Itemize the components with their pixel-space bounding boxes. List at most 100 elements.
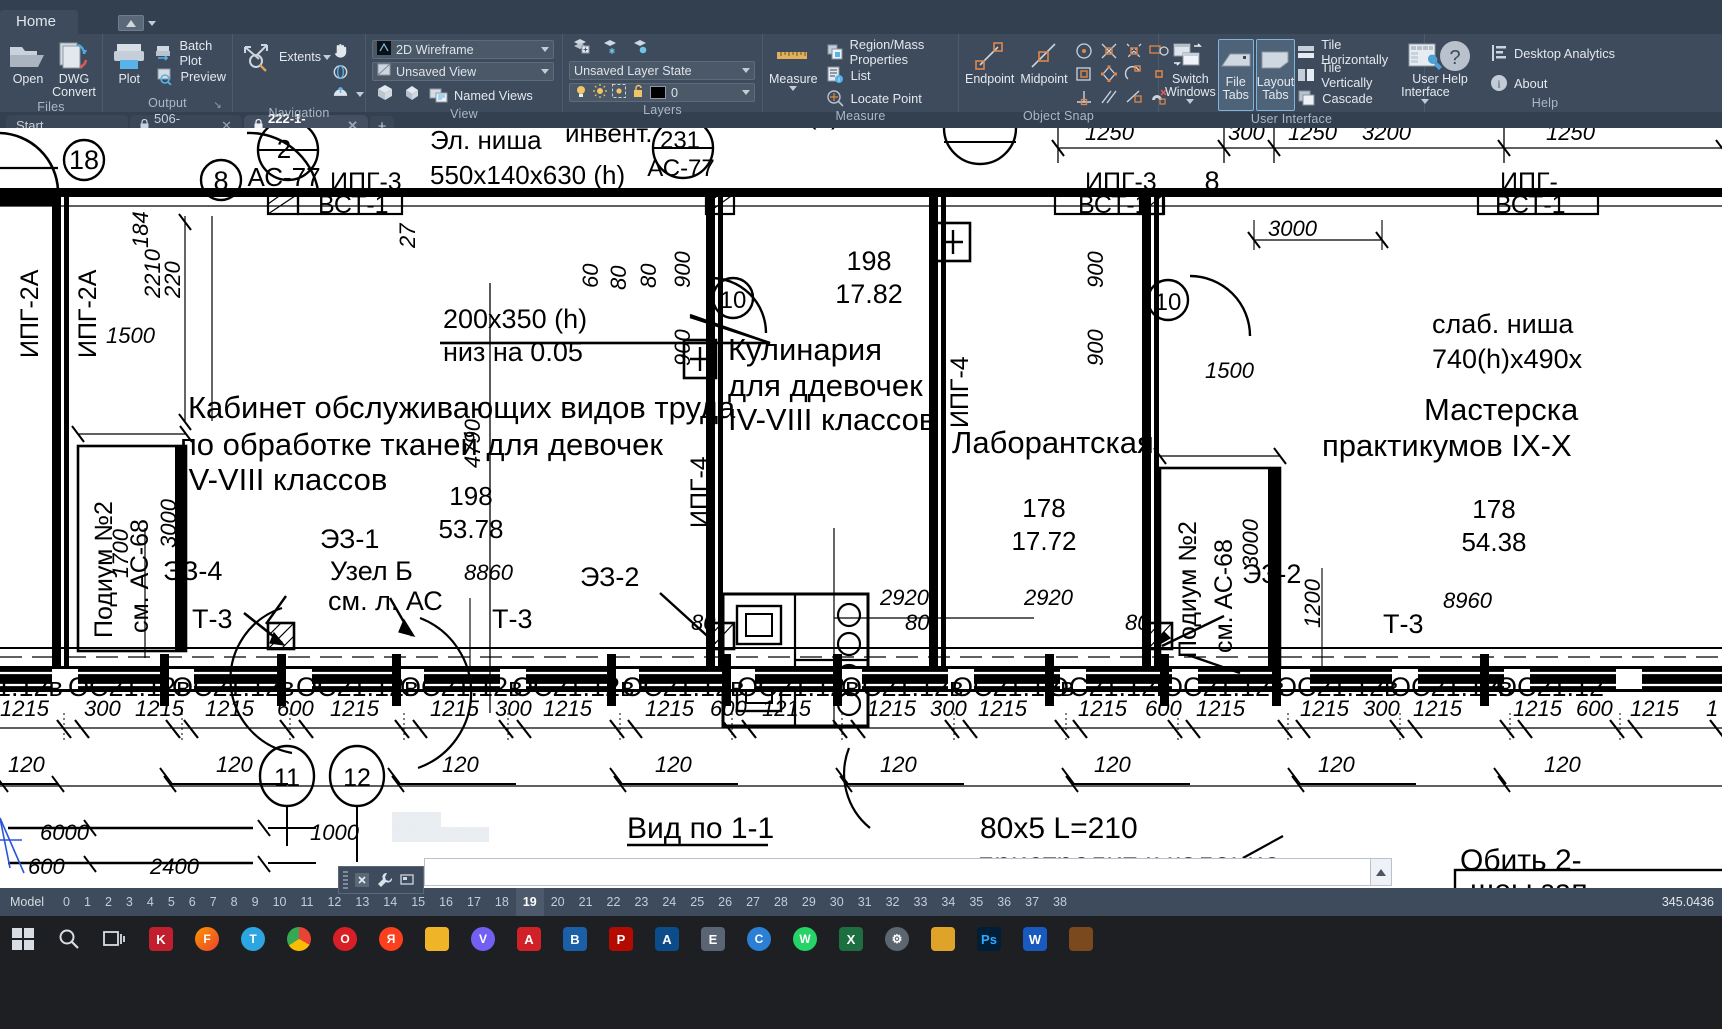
osnap-parallel-icon[interactable]	[1099, 88, 1121, 108]
taskbar-app-word[interactable]: W	[1012, 922, 1058, 956]
taskbar-app-telegram[interactable]: T	[230, 922, 276, 956]
close-icon[interactable]	[352, 871, 371, 890]
layout-tab-27[interactable]: 27	[739, 888, 767, 916]
about-button[interactable]: i About	[1489, 73, 1615, 93]
taskbar-app-excel[interactable]: X	[828, 922, 874, 956]
dwg-convert-button[interactable]: DWG Convert	[52, 39, 96, 99]
chevron-down-icon[interactable]	[1186, 99, 1194, 104]
layout-tab-7[interactable]: 7	[203, 888, 224, 916]
visual-style-combo[interactable]: 2D Wireframe	[372, 40, 554, 59]
osnap-quadrant-icon[interactable]	[1099, 65, 1121, 85]
measure-button[interactable]: Measure	[769, 39, 818, 91]
layout-tab-29[interactable]: 29	[795, 888, 823, 916]
osnap-apparent-intersection-icon[interactable]	[1124, 42, 1146, 62]
file-tabs-toggle[interactable]: File Tabs	[1218, 39, 1254, 111]
wrench-icon[interactable]	[375, 871, 394, 890]
layout-tab-4[interactable]: 4	[140, 888, 161, 916]
taskbar-app-archive[interactable]	[1058, 922, 1104, 956]
named-views-label[interactable]: Named Views	[454, 88, 533, 103]
task-view-icon[interactable]	[92, 922, 138, 956]
osnap-nearest-icon[interactable]	[1124, 88, 1146, 108]
osnap-node-icon[interactable]	[1074, 65, 1096, 85]
drawing-canvas[interactable]: Эл. ниша 550х140х630 (h) инвент. 650х200…	[0, 128, 1722, 888]
preview-button[interactable]: Preview	[155, 66, 226, 86]
osnap-tangent-icon[interactable]	[1124, 65, 1146, 85]
taskbar-app-yandex[interactable]: Я	[368, 922, 414, 956]
taskbar-app-whatsapp[interactable]: W	[782, 922, 828, 956]
tab-home[interactable]: Home	[0, 10, 78, 34]
navigation-wheel-button[interactable]	[331, 83, 364, 105]
layout-tab-9[interactable]: 9	[245, 888, 266, 916]
open-button[interactable]: Open	[6, 39, 50, 86]
layer-off-icon[interactable]	[632, 37, 651, 60]
taskbar-app-chrome[interactable]	[276, 922, 322, 956]
chevron-down-icon[interactable]	[789, 86, 797, 91]
layout-tab-17[interactable]: 17	[460, 888, 488, 916]
panel-dialog-launcher[interactable]: ↘	[213, 100, 222, 111]
layout-tab-26[interactable]: 26	[711, 888, 739, 916]
chevron-down-icon[interactable]	[742, 68, 750, 73]
layer-state-combo[interactable]: Unsaved Layer State	[569, 61, 755, 80]
toolbar-grip[interactable]	[343, 871, 348, 889]
layout-tab-32[interactable]: 32	[879, 888, 907, 916]
layout-tab-0[interactable]: 0	[56, 888, 77, 916]
taskbar-app-folder2[interactable]	[920, 922, 966, 956]
plot-button[interactable]: Plot	[109, 39, 149, 86]
chevron-down-icon[interactable]	[541, 47, 549, 52]
locate-point-button[interactable]: Locate Point	[826, 88, 952, 108]
qat-button[interactable]	[118, 15, 144, 31]
layout-tab-3[interactable]: 3	[119, 888, 140, 916]
layer-thaw-sun-icon[interactable]	[593, 84, 607, 101]
batch-plot-button[interactable]: Batch Plot	[155, 43, 226, 63]
layout-tab-34[interactable]: 34	[934, 888, 962, 916]
layout-tab-20[interactable]: 20	[544, 888, 572, 916]
chevron-down-icon[interactable]	[323, 55, 331, 60]
taskbar-app-pdf[interactable]: P	[598, 922, 644, 956]
command-input[interactable]	[424, 858, 1392, 886]
search-icon[interactable]	[46, 922, 92, 956]
isolate-view-icon[interactable]	[402, 83, 422, 108]
taskbar-app-photoshop[interactable]: Ps	[966, 922, 1012, 956]
layout-tab-1[interactable]: 1	[77, 888, 98, 916]
layout-tabs-toggle[interactable]: Layout Tabs	[1256, 39, 1296, 111]
desktop-analytics-button[interactable]: Desktop Analytics	[1489, 43, 1615, 63]
osnap-center-icon[interactable]	[1074, 42, 1096, 62]
taskbar-app-viber[interactable]: V	[460, 922, 506, 956]
layout-tab-10[interactable]: 10	[266, 888, 294, 916]
command-line-toolbar[interactable]	[338, 866, 424, 894]
chevron-down-icon[interactable]	[541, 69, 549, 74]
layout-tab-28[interactable]: 28	[767, 888, 795, 916]
layout-tab-11[interactable]: 11	[293, 888, 320, 916]
orbit-button[interactable]	[331, 62, 364, 82]
layout-tab-19[interactable]: 19	[516, 888, 544, 916]
layer-unlock-icon[interactable]	[631, 84, 645, 101]
layer-freeze-icon[interactable]	[602, 37, 621, 60]
layout-tab-31[interactable]: 31	[851, 888, 879, 916]
layout-tab-23[interactable]: 23	[627, 888, 655, 916]
layout-tab-36[interactable]: 36	[990, 888, 1018, 916]
taskbar-app-autocad-active[interactable]: A	[644, 922, 690, 956]
osnap-intersection-icon[interactable]	[1099, 42, 1121, 62]
region-mass-properties-button[interactable]: Region/Mass Properties	[826, 42, 952, 62]
taskbar-app-opera[interactable]: O	[322, 922, 368, 956]
coordinates-readout[interactable]: 345.0436	[1662, 895, 1722, 909]
tile-vertically-button[interactable]: Tile Vertically	[1297, 65, 1389, 85]
layout-tab-24[interactable]: 24	[655, 888, 683, 916]
taskbar-app-settings[interactable]: ⚙	[874, 922, 920, 956]
named-views-icon[interactable]	[428, 85, 448, 105]
current-layer-combo[interactable]: 0	[569, 83, 755, 102]
cascade-button[interactable]: Cascade	[1297, 88, 1389, 108]
layout-tab-18[interactable]: 18	[488, 888, 516, 916]
taskbar-app-kaspersky[interactable]: K	[138, 922, 184, 956]
taskbar-app-editor[interactable]: E	[690, 922, 736, 956]
zoom-extents-button[interactable]: Extents	[239, 39, 329, 76]
layout-tab-33[interactable]: 33	[907, 888, 935, 916]
box-view-icon[interactable]	[374, 83, 396, 108]
taskbar-app-acad-red[interactable]: A	[506, 922, 552, 956]
chevron-down-icon[interactable]	[742, 90, 750, 95]
taskbar-app-firefox[interactable]: F	[184, 922, 230, 956]
chevron-down-icon[interactable]	[356, 92, 364, 97]
layout-tab-6[interactable]: 6	[182, 888, 203, 916]
layer-properties-icon[interactable]	[572, 37, 591, 60]
taskbar-app-bluebeam[interactable]: B	[552, 922, 598, 956]
